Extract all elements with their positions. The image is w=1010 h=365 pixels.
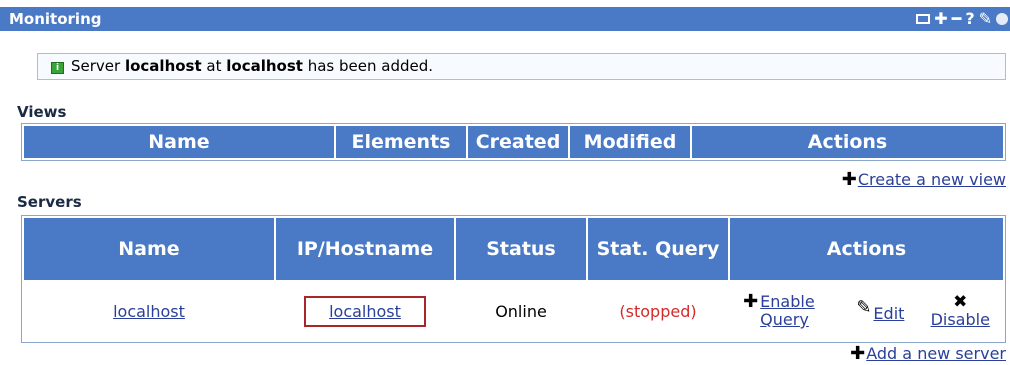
views-heading: Views xyxy=(17,103,67,121)
help-icon[interactable]: ? xyxy=(965,7,974,31)
plus-icon: ✚ xyxy=(850,343,866,364)
info-message: i Server localhost at localhost has been… xyxy=(37,53,1006,80)
create-view-link[interactable]: Create a new view xyxy=(858,170,1006,189)
window-title: Monitoring xyxy=(9,10,102,28)
servers-col-stat-query: Stat. Query xyxy=(588,218,728,280)
views-col-actions: Actions xyxy=(692,126,1003,158)
add-server-link-wrap[interactable]: ✚Add a new server xyxy=(850,343,1006,364)
views-col-modified: Modified xyxy=(570,126,690,158)
edit-link[interactable]: Edit xyxy=(873,305,904,323)
server-status: Online xyxy=(495,301,547,321)
minus-icon[interactable]: ━ xyxy=(952,7,962,31)
message-server-name: localhost xyxy=(124,57,202,75)
add-server-link[interactable]: Add a new server xyxy=(866,344,1006,363)
views-col-created: Created xyxy=(468,126,568,158)
highlight-box: localhost xyxy=(304,295,426,327)
disable-link[interactable]: Disable xyxy=(931,311,990,329)
message-host: localhost xyxy=(226,57,303,75)
message-suffix: has been added. xyxy=(302,57,434,75)
views-col-name: Name xyxy=(24,126,334,158)
message-middle: at xyxy=(201,57,227,75)
server-name-link[interactable]: localhost xyxy=(113,302,185,321)
views-table: Name Elements Created Modified Actions xyxy=(21,123,1006,161)
disable-action[interactable]: ✖ Disable xyxy=(931,293,990,329)
plus-icon: ✚ xyxy=(841,169,857,190)
servers-col-status: Status xyxy=(456,218,586,280)
table-row: localhost localhost Online (stopped) ✚ E… xyxy=(24,282,1003,340)
server-actions-cell: ✚ Enable Query ✎ Edit ✖ Disable xyxy=(730,282,1003,340)
servers-heading: Servers xyxy=(17,193,82,211)
plus-icon: ✚ xyxy=(743,291,759,312)
circle-icon[interactable] xyxy=(996,13,1008,25)
close-icon: ✖ xyxy=(953,292,968,312)
server-stat-query: (stopped) xyxy=(619,301,697,321)
server-name-cell: localhost xyxy=(24,282,274,340)
pencil-icon[interactable]: ✎ xyxy=(979,7,992,31)
views-col-elements: Elements xyxy=(336,126,466,158)
message-prefix: Server xyxy=(71,57,125,75)
servers-col-host: IP/Hostname xyxy=(276,218,454,280)
edit-action[interactable]: ✎ Edit xyxy=(856,299,904,323)
server-host-cell: localhost xyxy=(276,282,454,340)
server-host-link[interactable]: localhost xyxy=(329,302,401,321)
enable-query-link[interactable]: Enable Query xyxy=(760,293,830,329)
info-icon: i xyxy=(51,62,64,74)
title-toolbar: ✚ ━ ? ✎ xyxy=(916,7,1010,31)
servers-col-name: Name xyxy=(24,218,274,280)
window-titlebar: Monitoring ✚ ━ ? ✎ xyxy=(0,7,1010,31)
create-view-link-wrap[interactable]: ✚Create a new view xyxy=(842,169,1006,190)
servers-col-actions: Actions xyxy=(730,218,1003,280)
servers-table: Name IP/Hostname Status Stat. Query Acti… xyxy=(21,215,1006,343)
pencil-icon: ✎ xyxy=(856,297,872,318)
window-icon[interactable] xyxy=(916,14,931,24)
plus-icon[interactable]: ✚ xyxy=(934,7,947,31)
enable-query-action[interactable]: ✚ Enable Query xyxy=(743,293,830,329)
